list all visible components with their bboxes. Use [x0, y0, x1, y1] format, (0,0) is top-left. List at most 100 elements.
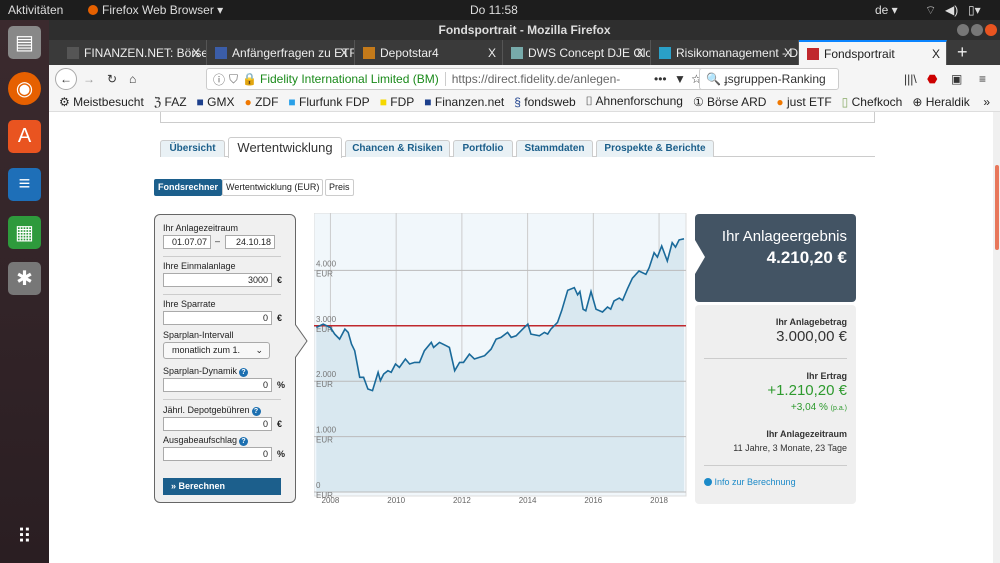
tab-prospekte-berichte[interactable]: Prospekte & Berichte	[596, 140, 714, 157]
tab-depotstar[interactable]: Depotstar4 X	[355, 40, 503, 65]
tab-dws[interactable]: DWS Concept DJE Glob X	[503, 40, 651, 65]
calc-icon[interactable]: ▦	[8, 216, 41, 249]
bookmark-fdp[interactable]: ■ FDP	[380, 95, 415, 109]
result-box: Ihr Anlageergebnis 4.210,20 €	[695, 214, 856, 302]
site-identity[interactable]: Fidelity International Limited (BM)	[260, 72, 446, 86]
info-link[interactable]: Info zur Berechnung	[704, 477, 796, 487]
settings-icon[interactable]: ✱	[8, 262, 41, 295]
close-tab-icon[interactable]: X	[932, 47, 940, 61]
bookmark-ahnenforschung[interactable]: ⌷ Ahnenforschung	[586, 94, 683, 109]
close-tab-icon[interactable]: X	[192, 46, 200, 60]
period-label: Ihr Anlagezeitraum	[163, 223, 239, 233]
calculator-form: Ihr Anlagezeitraum 01.07.07 – 24.10.18 I…	[154, 214, 296, 503]
yield-label: Ihr Ertrag	[806, 371, 847, 381]
url-text[interactable]: https://direct.fidelity.de/anlegen-	[446, 72, 656, 86]
bookmark-flurfunk[interactable]: ■ Flurfunk FDP	[288, 95, 369, 109]
bookmark-faz[interactable]: ℨ FAZ	[154, 95, 187, 109]
tab-chancen-risiken[interactable]: Chancen & Risiken	[345, 140, 450, 157]
help-icon[interactable]: ?	[251, 407, 261, 416]
bookmark-fondsweb[interactable]: § fondsweb	[514, 95, 575, 109]
favicon-icon	[511, 46, 523, 59]
tab-anfaengerfragen[interactable]: Anfängerfragen zu ETF X	[207, 40, 355, 65]
bookmark-finanzen[interactable]: ■ Finanzen.net	[424, 95, 504, 109]
shield-icon[interactable]: ⛉	[229, 72, 238, 87]
pocket-icon[interactable]: ▼	[674, 72, 686, 86]
search-input[interactable]: 🔍 ɟsgruppen-Ranking →	[699, 68, 839, 106]
depot-fee-input[interactable]: 0	[163, 417, 272, 431]
language-menu[interactable]: de ▾	[875, 3, 898, 17]
lump-sum-input[interactable]: 3000	[163, 273, 272, 287]
wifi-icon[interactable]: ⌔	[925, 3, 936, 18]
window-title: Fondsportrait - Mozilla Firefox	[49, 20, 1000, 40]
subtab-preis[interactable]: Preis	[325, 179, 354, 196]
divider	[704, 465, 847, 466]
maximize-button[interactable]	[971, 24, 983, 36]
bookmark-just-etf[interactable]: ● just ETF	[776, 95, 831, 109]
calculate-button[interactable]: » Berechnen	[163, 478, 281, 495]
close-tab-icon[interactable]: X	[784, 46, 792, 60]
agio-label: Ausgabeaufschlag?	[163, 435, 249, 446]
close-tab-icon[interactable]: X	[488, 46, 496, 60]
tab-portfolio[interactable]: Portfolio	[453, 140, 513, 157]
scrollbar[interactable]	[993, 112, 1000, 563]
tab-uebersicht[interactable]: Übersicht	[160, 140, 225, 157]
dynamic-input[interactable]: 0	[163, 378, 272, 392]
interval-select[interactable]: monatlich zum 1. ⌄	[163, 342, 270, 359]
close-tab-icon[interactable]: X	[340, 46, 348, 60]
activities-button[interactable]: Aktivitäten	[8, 3, 63, 17]
minimize-button[interactable]	[957, 24, 969, 36]
agio-input[interactable]: 0	[163, 447, 272, 461]
help-icon[interactable]: ?	[239, 437, 249, 446]
volume-icon[interactable]: ◀)	[945, 3, 958, 17]
menu-icon[interactable]: ≡	[979, 72, 986, 86]
bookmark-chefkoch[interactable]: ▯ Chefkoch	[842, 95, 903, 109]
clock[interactable]: Do 11:58	[470, 3, 518, 17]
play-icon	[704, 478, 712, 486]
bookmark-gmx[interactable]: ■ GMX	[197, 95, 235, 109]
favicon-icon	[215, 46, 227, 59]
subtab-wertentwicklung-eur[interactable]: Wertentwicklung (EUR)	[222, 179, 324, 196]
app-menu[interactable]: Firefox Web Browser ▾	[102, 3, 223, 17]
tab-stammdaten[interactable]: Stammdaten	[516, 140, 593, 157]
close-tab-icon[interactable]: X	[636, 46, 644, 60]
writer-icon[interactable]: ≡	[8, 168, 41, 201]
date-to-input[interactable]: 24.10.18	[225, 235, 275, 249]
favicon-icon	[807, 47, 819, 60]
app-grid-icon[interactable]: ⠿	[8, 520, 41, 553]
library-icon[interactable]: |||\	[904, 72, 917, 86]
software-center-icon[interactable]: A	[8, 120, 41, 153]
scrollbar-thumb[interactable]	[995, 165, 999, 250]
bookmark-zdf[interactable]: ● ZDF	[244, 95, 278, 109]
launcher: ▤ ◉ A ≡ ▦ ✱ ⠿	[0, 20, 49, 563]
tab-finanzen[interactable]: FINANZEN.NET: Börse X	[59, 40, 207, 65]
y-tick-unit: EUR	[316, 491, 333, 500]
page-actions-icon[interactable]: •••	[654, 72, 667, 86]
subtab-fondsrechner[interactable]: Fondsrechner	[154, 179, 223, 196]
amount-label: Ihr Anlagebetrag	[775, 317, 847, 327]
adblock-icon[interactable]: ⬣	[927, 72, 937, 86]
tab-risikomanagement[interactable]: Risikomanagement - DX	[651, 40, 799, 65]
sidebar-icon[interactable]: ▣	[951, 72, 962, 86]
tab-fondsportrait[interactable]: Fondsportrait X	[799, 40, 947, 65]
savings-rate-input[interactable]: 0	[163, 311, 272, 325]
tab-wertentwicklung[interactable]: Wertentwicklung	[228, 137, 342, 158]
info-icon[interactable]: ⓘ	[213, 71, 225, 88]
files-icon[interactable]: ▤	[8, 26, 41, 59]
help-icon[interactable]: ?	[239, 368, 249, 377]
battery-icon[interactable]: ▯▾	[968, 3, 981, 17]
firefox-launcher-icon[interactable]: ◉	[8, 72, 41, 105]
bookmark-meistbesucht[interactable]: ⚙ Meistbesucht	[59, 95, 144, 109]
new-tab-button[interactable]: +	[947, 40, 968, 65]
bookmark-heraldik[interactable]: ⊕ Heraldik	[912, 95, 969, 109]
close-window-button[interactable]	[985, 24, 997, 36]
home-button[interactable]: ⌂	[129, 72, 136, 86]
lock-icon: 🔒	[242, 72, 257, 86]
back-button[interactable]: ←	[55, 67, 77, 90]
date-from-input[interactable]: 01.07.07	[163, 235, 211, 249]
reload-button[interactable]: ↻	[107, 72, 117, 86]
result-value: 4.210,20 €	[766, 248, 847, 267]
bookmark-boerse-ard[interactable]: ① Börse ARD	[693, 95, 766, 109]
more-bookmarks-icon[interactable]: »	[983, 95, 990, 109]
forward-button[interactable]: →	[83, 72, 95, 86]
divider	[163, 294, 281, 295]
